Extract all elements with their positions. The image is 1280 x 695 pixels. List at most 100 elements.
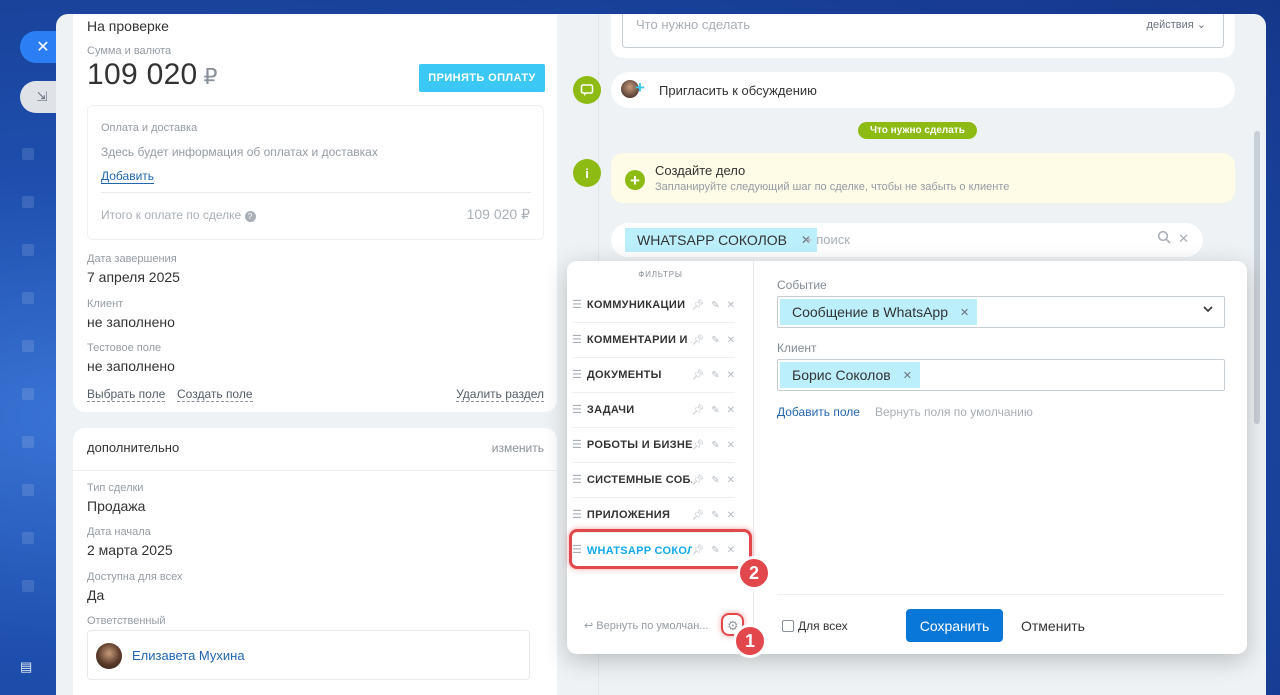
filter-item[interactable]: ☰ ПРИЛОЖЕНИЯ 📌︎ ✎ ✕ [572,498,735,533]
drag-handle-icon[interactable]: ☰ [572,369,582,381]
for-all-checkbox[interactable] [782,620,794,632]
close-icon[interactable]: ✕ [727,475,735,486]
close-icon: ✕ [36,39,50,56]
filter-item[interactable]: ☰ РОБОТЫ И БИЗНЕС... 📌︎ ✎ ✕ [572,428,735,463]
choose-field-link[interactable]: Выбрать поле [87,387,166,402]
payment-title: Оплата и доставка [101,122,198,134]
access-value: Да [87,587,105,603]
close-icon[interactable]: ✕ [727,370,735,381]
invite-to-discussion[interactable]: + Пригласить к обсуждению [611,72,1235,108]
pin-icon[interactable]: 📌︎ [692,370,705,381]
event-tag[interactable]: Сообщение в WhatsApp ✕ [780,299,978,325]
delete-section-link[interactable]: Удалить раздел [456,387,544,402]
drag-handle-icon[interactable]: ☰ [572,299,582,311]
pencil-icon[interactable]: ✎ [711,510,719,521]
search-filter-tag[interactable]: WHATSAPP СОКОЛОВ ✕ [625,228,818,252]
end-date-value: 7 апреля 2025 [87,269,180,285]
responsible-box[interactable]: Елизавета Мухина [87,630,530,680]
reset-fields-link[interactable]: Вернуть поля по умолчанию [875,405,1033,419]
deal-type-label: Тип сделки [87,482,144,494]
close-icon[interactable]: ✕ [727,440,735,451]
filter-item[interactable]: ☰ ДОКУМЕНТЫ 📌︎ ✎ ✕ [572,358,735,393]
filter-label: ЗАДАЧИ [586,404,635,416]
responsible-label: Ответственный [87,615,166,627]
test-field-label: Тестовое поле [87,342,162,354]
tag-remove-icon[interactable]: ✕ [960,306,969,319]
save-button[interactable]: Сохранить [906,609,1003,642]
pin-icon[interactable]: 📌︎ [692,335,705,346]
filter-popup: ФИЛЬТРЫ ☰ КОММУНИКАЦИИ 📌︎ ✎ ✕ ☰ КОММЕНТАРИ… [567,261,1247,654]
accept-payment-button[interactable]: ПРИНЯТЬ ОПЛАТУ [419,64,545,92]
client-tag[interactable]: Борис Соколов ✕ [780,362,920,388]
todo-placeholder: Что нужно сделать [636,17,750,32]
event-label: Событие [777,278,827,292]
extra-title: дополнительно [87,440,180,455]
pencil-icon[interactable]: ✎ [711,370,719,381]
client-select[interactable]: Борис Соколов ✕ [777,359,1225,391]
step-badge-2: 2 [737,556,771,590]
pencil-icon[interactable]: ✎ [711,440,719,451]
filter-label: ДОКУМЕНТЫ [586,369,662,381]
add-field-link[interactable]: Добавить поле [777,405,860,419]
pin-icon[interactable]: 📌︎ [692,405,705,416]
search-input[interactable]: + поиск [805,232,850,247]
filter-item[interactable]: ☰ ЗАДАЧИ 📌︎ ✎ ✕ [572,393,735,428]
drag-handle-icon[interactable]: ☰ [572,474,582,486]
access-label: Доступна для всех [87,571,183,583]
todo-card: Что нужно сделать действия ⌄ [611,14,1235,58]
filter-label: ПРИЛОЖЕНИЯ [586,509,671,521]
drag-handle-icon[interactable]: ☰ [572,334,582,346]
plus-icon: + [635,78,645,97]
event-select[interactable]: Сообщение в WhatsApp ✕ [777,296,1225,328]
create-activity-card[interactable]: + Создайте дело Запланируйте следующий ш… [611,153,1235,203]
pencil-icon[interactable]: ✎ [711,335,719,346]
pin-icon[interactable]: 📌︎ [692,300,705,311]
start-date-label: Дата начала [87,526,151,538]
client-value: не заполнено [87,314,175,330]
end-date-label: Дата завершения [87,253,177,265]
main-info-card: На проверке Сумма и валюта 109 020 ₽ ПРИН… [73,14,557,412]
pencil-icon[interactable]: ✎ [711,300,719,311]
pencil-icon[interactable]: ✎ [711,405,719,416]
create-field-link[interactable]: Создать поле [177,387,253,402]
extra-edit-link[interactable]: изменить [492,441,544,455]
step-badge-1: 1 [733,624,767,658]
drag-handle-icon[interactable]: ☰ [572,439,582,451]
filter-item[interactable]: ☰ КОММЕНТАРИИ И ... 📌︎ ✎ ✕ [572,323,735,358]
activity-hint: Запланируйте следующий шаг по сделке, чт… [655,181,1010,193]
clear-search-icon[interactable]: ✕ [1178,231,1189,247]
drag-handle-icon[interactable]: ☰ [572,509,582,521]
filter-item[interactable]: ☰ СИСТЕМНЫЕ СОБ... 📌︎ ✎ ✕ [572,463,735,498]
close-icon[interactable]: ✕ [727,510,735,521]
for-all-label: Для всех [798,619,848,633]
chevron-down-icon: ⌄ [1196,19,1206,31]
actions-dropdown[interactable]: действия ⌄ [1147,18,1206,31]
filter-item[interactable]: ☰ КОММУНИКАЦИИ 📌︎ ✎ ✕ [572,288,735,323]
pin-icon[interactable]: 📌︎ [692,475,705,486]
printer-icon[interactable]: ▤ [20,659,36,674]
timeline-search-bar[interactable]: WHATSAPP СОКОЛОВ ✕ + поиск ✕ [611,223,1203,257]
cancel-button[interactable]: Отменить [1021,618,1085,634]
undo-icon: ↩ [584,620,594,632]
close-icon[interactable]: ✕ [727,335,735,346]
add-payment-link[interactable]: Добавить [101,169,155,184]
total-value: 109 020 ₽ [466,206,530,222]
pin-icon[interactable]: 📌︎ [692,510,705,521]
reset-filters-link[interactable]: ↩ Вернуть по умолчан... [584,619,708,632]
responsible-name[interactable]: Елизавета Мухина [132,648,245,663]
pin-icon[interactable]: 📌︎ [692,440,705,451]
drag-handle-icon[interactable]: ☰ [572,404,582,416]
chevron-down-icon[interactable] [1202,303,1214,318]
todo-input[interactable]: Что нужно сделать действия ⌄ [622,14,1224,48]
payment-hint: Здесь будет информация об оплатах и дост… [101,145,378,159]
info-icon: i [573,159,601,187]
close-icon[interactable]: ✕ [727,300,735,311]
scrollbar[interactable] [1254,131,1260,424]
activity-title: Создайте дело [655,163,746,178]
tag-remove-icon[interactable]: ✕ [903,369,912,382]
todo-section-pill: Что нужно сделать [858,122,977,139]
close-icon[interactable]: ✕ [727,405,735,416]
search-icon[interactable] [1157,230,1171,247]
payment-delivery-box: Оплата и доставка Здесь будет информация… [87,105,544,240]
pencil-icon[interactable]: ✎ [711,475,719,486]
